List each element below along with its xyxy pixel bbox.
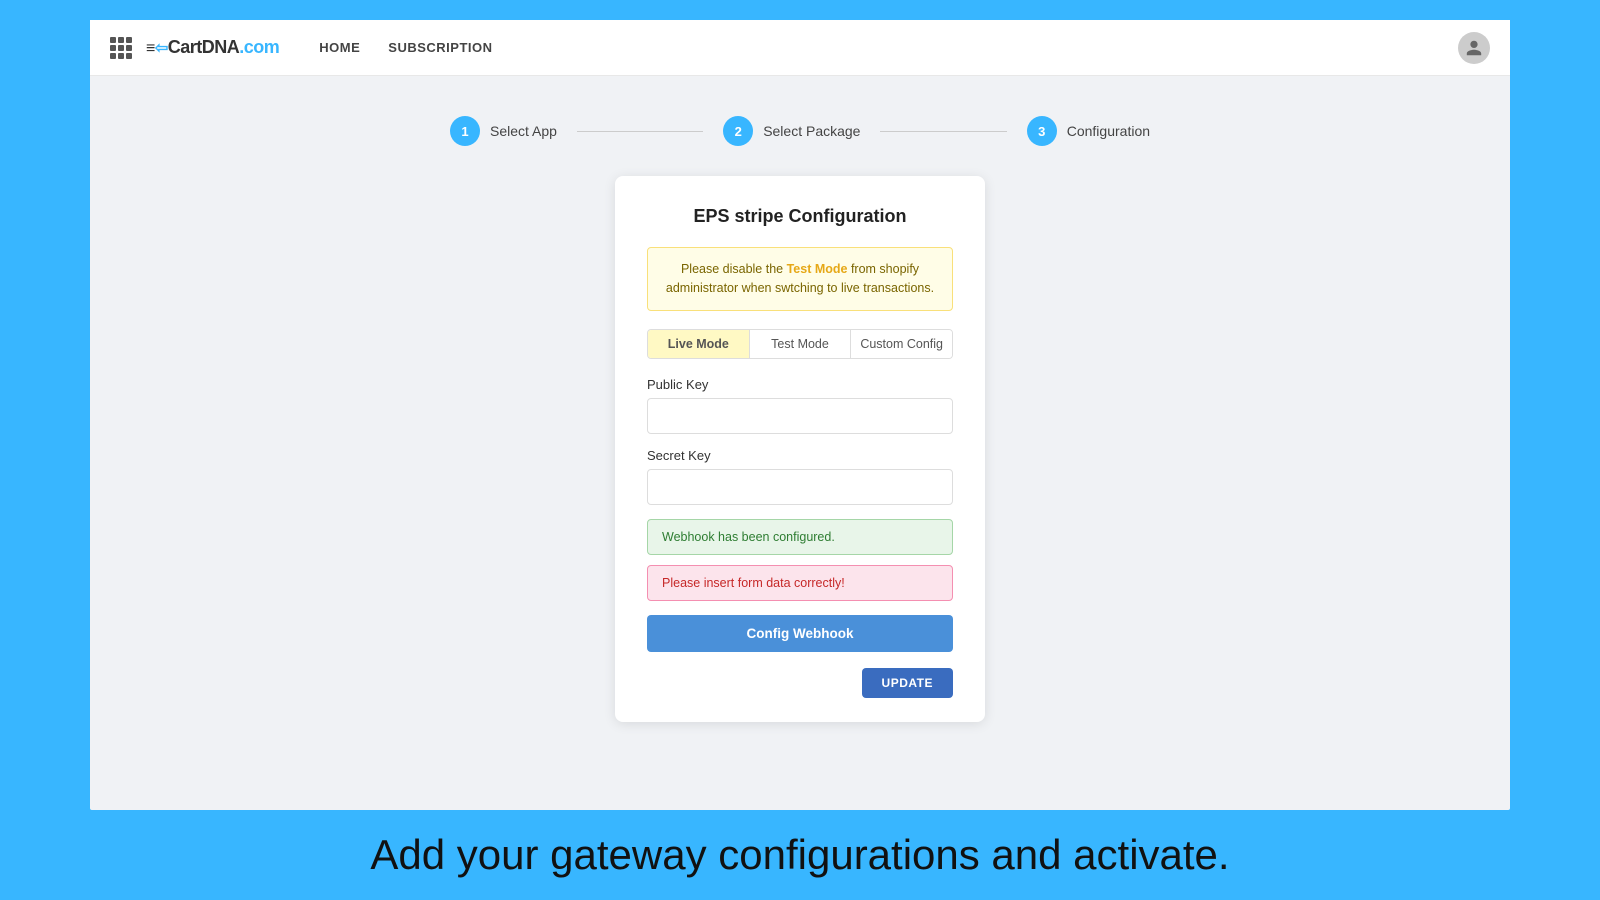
nav-links: HOME SUBSCRIPTION xyxy=(319,40,492,55)
warning-text-2: from shopify xyxy=(847,262,919,276)
step-2-circle: 2 xyxy=(723,116,753,146)
warning-text-3: administrator when swtching to live tran… xyxy=(666,281,934,295)
step-1[interactable]: 1 Select App xyxy=(450,116,557,146)
step-1-label: Select App xyxy=(490,123,557,139)
success-alert: Webhook has been configured. xyxy=(647,519,953,555)
tab-bar: Live Mode Test Mode Custom Config xyxy=(647,329,953,359)
stepper: 1 Select App 2 Select Package 3 xyxy=(450,116,1150,146)
warning-alert: Please disable the Test Mode from shopif… xyxy=(647,247,953,311)
step-line-2 xyxy=(880,131,1006,132)
nav-right xyxy=(1458,32,1490,64)
step-2[interactable]: 2 Select Package xyxy=(723,116,860,146)
public-key-input[interactable] xyxy=(647,398,953,434)
config-webhook-button[interactable]: Config Webhook xyxy=(647,615,953,652)
step-line-1 xyxy=(577,131,703,132)
navbar: ≡⇦CartDNA.com HOME SUBSCRIPTION xyxy=(90,20,1510,76)
public-key-label: Public Key xyxy=(647,377,953,392)
tab-live-mode[interactable]: Live Mode xyxy=(648,330,750,358)
step-3-circle: 3 xyxy=(1027,116,1057,146)
tab-test-mode[interactable]: Test Mode xyxy=(750,330,852,358)
card-section: EPS stripe Configuration Please disable … xyxy=(90,176,1510,810)
config-card: EPS stripe Configuration Please disable … xyxy=(615,176,985,722)
nav-subscription[interactable]: SUBSCRIPTION xyxy=(388,40,492,55)
caption-text: Add your gateway configurations and acti… xyxy=(0,810,1600,900)
secret-key-label: Secret Key xyxy=(647,448,953,463)
step-3[interactable]: 3 Configuration xyxy=(1027,116,1150,146)
warning-highlight: Test Mode xyxy=(787,262,848,276)
tab-custom-config[interactable]: Custom Config xyxy=(851,330,952,358)
grid-menu-icon[interactable] xyxy=(110,37,132,59)
brand-logo[interactable]: ≡⇦CartDNA.com xyxy=(146,37,279,58)
warning-text-1: Please disable the xyxy=(681,262,787,276)
secret-key-input[interactable] xyxy=(647,469,953,505)
step-1-circle: 1 xyxy=(450,116,480,146)
card-title: EPS stripe Configuration xyxy=(647,206,953,227)
bottom-caption: Add your gateway configurations and acti… xyxy=(0,810,1600,900)
nav-home[interactable]: HOME xyxy=(319,40,360,55)
error-alert: Please insert form data correctly! xyxy=(647,565,953,601)
stepper-section: 1 Select App 2 Select Package 3 xyxy=(90,76,1510,176)
step-3-label: Configuration xyxy=(1067,123,1150,139)
user-avatar-icon[interactable] xyxy=(1458,32,1490,64)
step-2-label: Select Package xyxy=(763,123,860,139)
update-button[interactable]: UPDATE xyxy=(862,668,953,698)
